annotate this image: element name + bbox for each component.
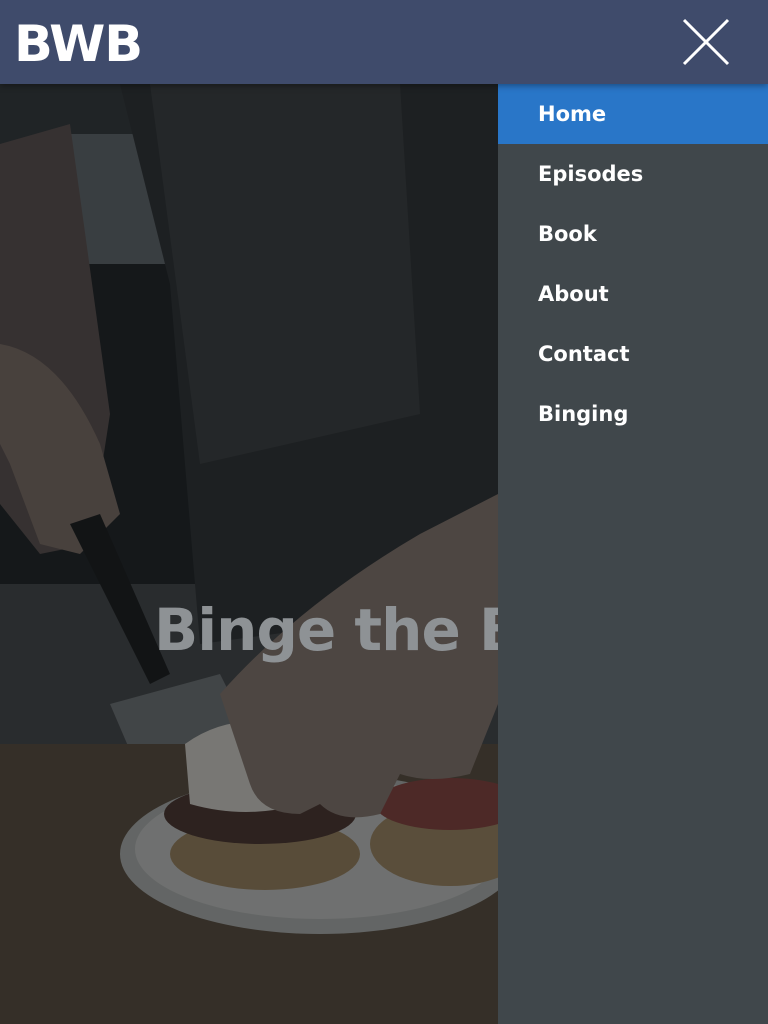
- site-logo[interactable]: BWB: [14, 18, 143, 70]
- close-icon: [682, 18, 730, 66]
- nav-item-home[interactable]: Home: [498, 84, 768, 144]
- nav-drawer: Home Episodes Book About Contact Binging: [498, 84, 768, 1024]
- hero-background-image: [0, 84, 498, 1024]
- nav-list: Home Episodes Book About Contact Binging: [498, 84, 768, 444]
- nav-item-binging[interactable]: Binging: [498, 384, 768, 444]
- close-menu-button[interactable]: [680, 16, 732, 68]
- page: BWB Binge the Home Episodes Book About C…: [0, 0, 768, 1024]
- nav-item-book[interactable]: Book: [498, 204, 768, 264]
- hero-title: Binge the Ba: [154, 596, 498, 664]
- nav-item-about[interactable]: About: [498, 264, 768, 324]
- nav-item-contact[interactable]: Contact: [498, 324, 768, 384]
- site-header: BWB: [0, 0, 768, 84]
- nav-item-episodes[interactable]: Episodes: [498, 144, 768, 204]
- hero-section: Binge the Ba: [0, 84, 498, 1024]
